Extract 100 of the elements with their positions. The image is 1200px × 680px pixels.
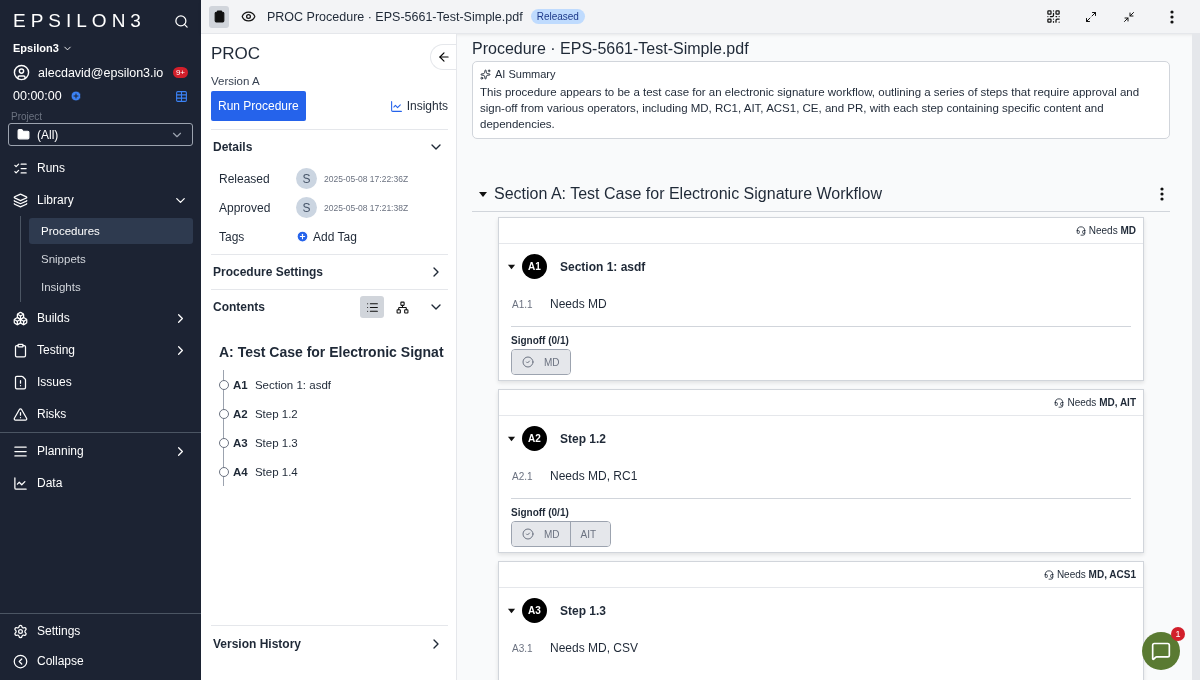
nav-item[interactable]: Settings (8, 616, 193, 646)
workspace-switcher[interactable]: Epsilon3 (8, 32, 78, 60)
contents-item[interactable]: A2 Step 1.2 (219, 399, 448, 428)
nav-item[interactable]: Collapse (8, 646, 193, 676)
add-tag-button[interactable]: Add Tag (296, 229, 357, 244)
nav-item[interactable]: Runs (8, 152, 193, 184)
lines-icon (13, 443, 28, 459)
eye-icon (240, 9, 256, 24)
search-icon[interactable] (174, 13, 189, 29)
expand-icon (1085, 10, 1097, 23)
caret-down-icon[interactable] (507, 262, 516, 271)
contents-item[interactable]: A4 Step 1.4 (219, 457, 448, 486)
check-circle-icon (522, 356, 534, 368)
signoff-button[interactable]: MD (512, 522, 570, 546)
user-email: alecdavid@epsilon3.io (38, 65, 164, 80)
status-badge: Released (530, 9, 585, 24)
file-warning-icon (13, 374, 28, 390)
signoff-label: Signoff (0/1) (511, 335, 570, 346)
sparkle-icon (480, 68, 491, 80)
section-title: Version History (213, 636, 302, 651)
step-title: Section 1: asdf (560, 259, 646, 274)
contents-item[interactable]: A1 Section 1: asdf (219, 370, 448, 399)
needs-label: Needs MD (1088, 225, 1136, 236)
nav-subitem[interactable]: Insights (29, 274, 193, 300)
clipboard-icon (13, 342, 28, 358)
more-icon (1170, 9, 1174, 24)
user-icon (13, 64, 30, 81)
nav-label: Collapse (37, 654, 84, 668)
nav-label: Builds (37, 311, 70, 325)
summary-text: This procedure appears to be a test case for an electronic signature workflow, outlining a series of steps that require approval and sign-off from various operators, including MD, RC1, AIT, ACS1, CE, and PR, with each step containing specific content and dependencies. (480, 85, 1141, 132)
run-procedure-button[interactable]: Run Procedure (211, 91, 306, 121)
nav-item[interactable]: Data (8, 467, 193, 499)
plus-icon (296, 230, 309, 243)
project-value: (All) (37, 127, 59, 142)
nav-subitem[interactable]: Snippets (29, 246, 193, 272)
timer: 00:00:00 (13, 89, 62, 103)
contents-section-title: A: Test Case for Electronic Signat (219, 344, 444, 360)
boxes-icon (13, 310, 28, 326)
nav-item[interactable]: Issues (8, 366, 193, 398)
nav-label: Library (37, 193, 74, 207)
section-title: Details (213, 140, 253, 154)
nav-item[interactable]: Builds (8, 302, 193, 334)
add-icon[interactable] (69, 90, 82, 102)
checklist-icon (13, 160, 28, 176)
needs-label: Needs MD, AIT (1067, 397, 1136, 408)
section-title: Contents (213, 300, 265, 314)
signoff-button[interactable]: AIT (569, 522, 610, 546)
grid-icon[interactable] (175, 89, 188, 103)
step-badge: A3 (522, 598, 547, 623)
document-title: Procedure · EPS-5661-Test-Simple.pdf (472, 40, 750, 58)
list-icon (365, 300, 379, 314)
signoff-button[interactable]: MD (512, 350, 570, 374)
notification-badge: 9+ (172, 67, 188, 78)
step-badge: A2 (522, 426, 547, 451)
chat-button[interactable] (1142, 632, 1180, 670)
line-number: A2.1 (512, 470, 534, 482)
folder-icon (17, 128, 30, 141)
caret-down-icon[interactable] (478, 189, 488, 199)
nav-label: Data (37, 476, 63, 490)
headset-icon (1043, 569, 1054, 580)
project-select[interactable]: (All) (8, 123, 193, 146)
section-title: Section A: Test Case for Electronic Signature Workflow (494, 185, 884, 203)
avatar: S (296, 168, 317, 189)
nav-label: Runs (37, 161, 65, 175)
nav-label: Settings (37, 624, 81, 638)
line-number: A3.1 (512, 642, 534, 654)
line-chart-icon (13, 475, 28, 491)
avatar: S (296, 197, 317, 218)
version-label: Version A (211, 75, 260, 87)
detail-label: Released (219, 171, 271, 186)
nav-item[interactable]: Library (8, 184, 193, 216)
shrink-icon (1123, 10, 1135, 23)
hierarchy-icon (395, 300, 409, 314)
nav-item[interactable]: Risks (8, 398, 193, 430)
nav-label: Testing (37, 343, 76, 357)
more-icon[interactable] (1160, 187, 1164, 201)
nav-item[interactable]: Testing (8, 334, 193, 366)
detail-date: 2025-05-08 17:22:36Z (324, 173, 409, 184)
summary-title: AI Summary (495, 68, 556, 80)
headset-icon (1054, 397, 1065, 408)
nav-item[interactable]: Planning (8, 435, 193, 467)
nav-subitem[interactable]: Procedures (29, 218, 193, 244)
step-text: Needs MD (550, 297, 607, 311)
caret-down-icon[interactable] (507, 606, 516, 615)
check-circle-icon (522, 528, 534, 540)
clipboard-icon (212, 10, 226, 23)
contents-item[interactable]: A3 Step 1.3 (219, 428, 448, 457)
list-view-button[interactable] (360, 296, 384, 318)
signoff-label: Signoff (0/1) (511, 507, 570, 518)
clipboard-button[interactable] (209, 5, 229, 28)
insights-button[interactable]: Insights (389, 99, 448, 113)
warning-icon (13, 406, 28, 422)
caret-down-icon[interactable] (507, 434, 516, 443)
detail-date: 2025-05-08 17:21:38Z (324, 202, 409, 213)
step-badge: A1 (522, 254, 547, 279)
project-label: Project (10, 110, 44, 123)
page-title: PROC Procedure · EPS-5661-Test-Simple.pdf (267, 9, 523, 24)
nav-label: Planning (37, 444, 84, 458)
back-button[interactable] (430, 44, 456, 70)
qr-code-icon (1045, 9, 1061, 24)
